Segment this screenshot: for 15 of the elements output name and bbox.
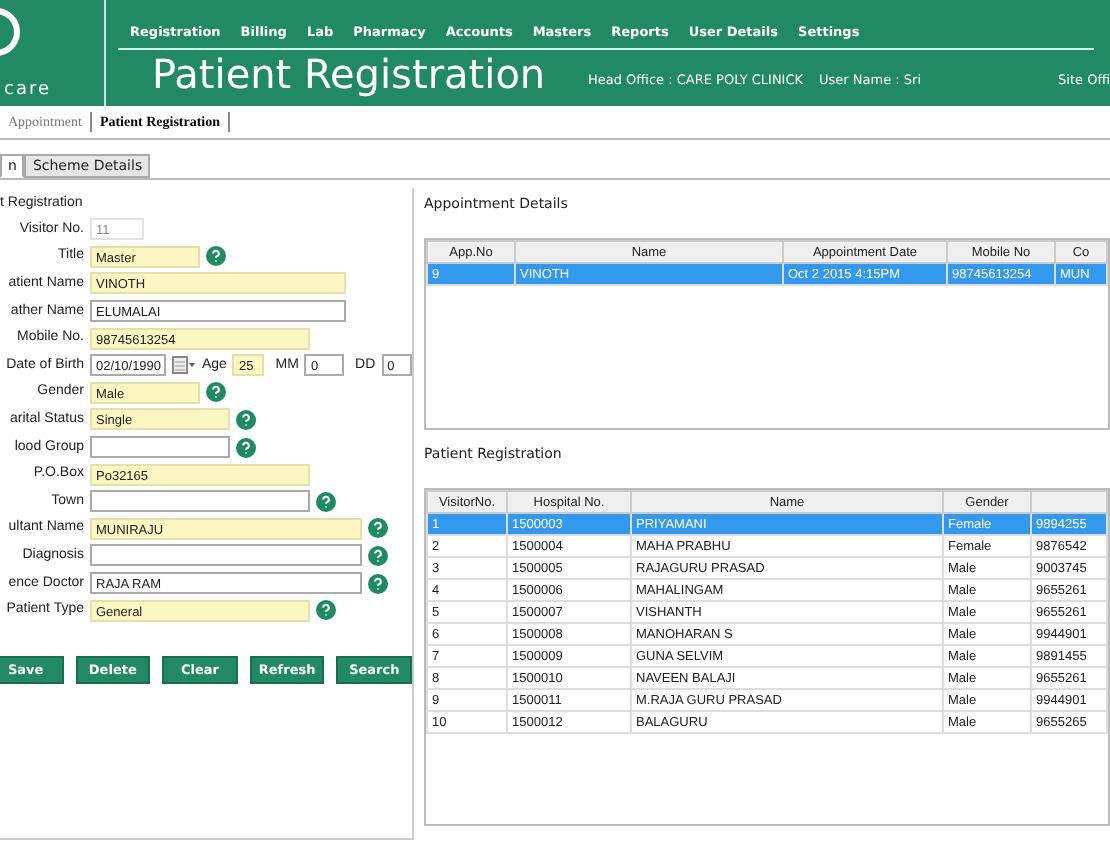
help-icon[interactable] bbox=[206, 382, 226, 403]
help-icon[interactable] bbox=[368, 573, 388, 594]
calendar-dropdown-icon[interactable] bbox=[172, 356, 196, 375]
help-icon[interactable] bbox=[368, 518, 388, 539]
page-title: Patient Registration bbox=[152, 50, 548, 98]
input-field[interactable] bbox=[90, 490, 310, 513]
input-field[interactable] bbox=[90, 544, 362, 567]
help-icon[interactable] bbox=[368, 545, 388, 566]
logo-text: care bbox=[4, 80, 52, 100]
help-icon[interactable] bbox=[236, 437, 256, 458]
help-icon[interactable] bbox=[316, 491, 336, 512]
help-icon[interactable] bbox=[316, 600, 336, 621]
help-icon[interactable] bbox=[236, 409, 256, 430]
input-field[interactable] bbox=[90, 436, 230, 459]
help-icon[interactable] bbox=[206, 246, 226, 267]
